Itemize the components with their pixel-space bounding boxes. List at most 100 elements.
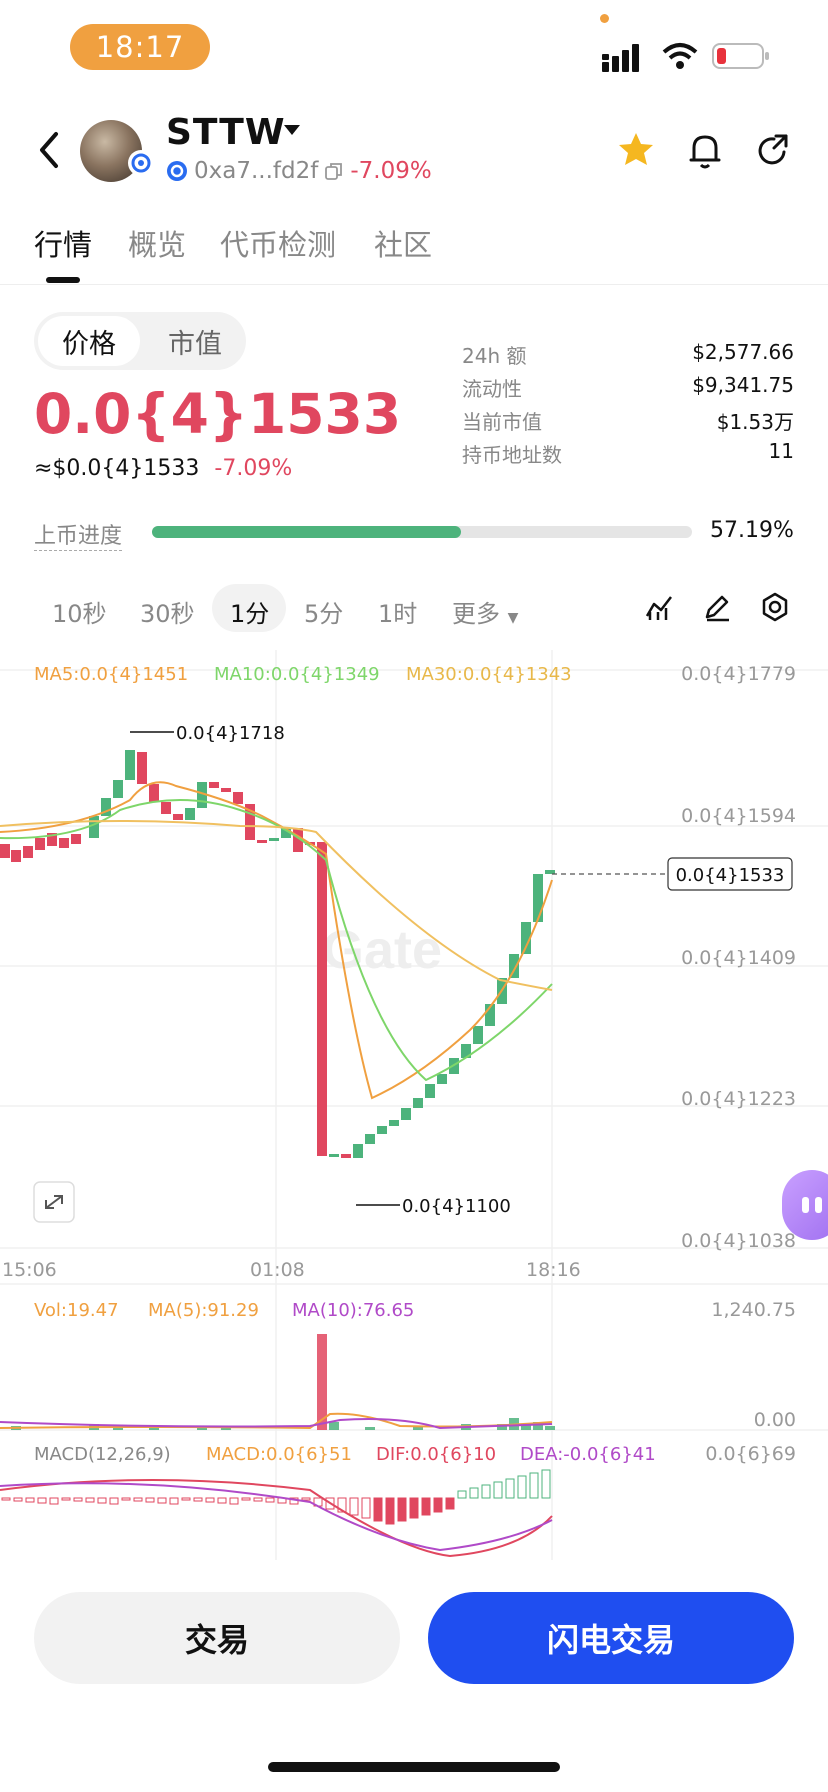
candle [437,1074,447,1084]
macd-dif: DIF:0.0{6}10 [376,1444,496,1465]
favorite-star-icon[interactable] [616,130,656,170]
candle [233,792,243,804]
price-change-percent: -7.09% [214,456,293,481]
candle [209,782,219,788]
macd-bar [517,1475,527,1499]
candle [173,814,183,820]
macd-bar [109,1497,119,1505]
macd-bar [493,1481,503,1499]
stats-panel: 24h 额 $2,577.66 流动性 $9,341.75 当前市值 $1.53万 持… [462,340,794,472]
volume-bars-group [0,1334,555,1430]
candle [473,1026,483,1044]
stat-value: $2,577.66 [692,340,794,364]
candle [185,808,195,820]
interval-5m[interactable]: 5分 [304,594,343,629]
volume-y-bottom: 0.00 [754,1409,796,1431]
token-dropdown-chevron-icon[interactable] [284,125,300,135]
macd-bar [145,1497,155,1503]
interval-1m[interactable]: 1分 [230,594,269,629]
stat-label: 当前市值 [462,410,542,434]
back-arrow-icon[interactable] [32,126,66,174]
battery-icon [712,43,769,69]
stat-row: 持币地址数 11 [462,439,794,472]
status-time: 18:17 [70,24,210,70]
share-icon[interactable] [754,132,792,170]
tab-community[interactable]: 社区 [374,222,432,264]
header-change-percent: -7.09% [350,158,432,184]
volume-legend: Vol:19.47 [34,1300,119,1321]
macd-bar [97,1497,107,1504]
volume-y-top: 1,240.75 [711,1299,796,1321]
macd-bar [541,1469,551,1499]
indicator-icon[interactable] [644,592,674,622]
stat-row: 流动性 $9,341.75 [462,373,794,406]
listing-progress-value: 57.19% [710,518,794,543]
macd-bar [157,1497,167,1504]
tab-token-check[interactable]: 代币检测 [220,222,336,264]
macd-bar [361,1497,371,1519]
high-price-label: 0.0{4}1718 [176,723,285,744]
y-tick: 0.0{4}1779 [681,663,796,685]
usd-price: ≈$0.0{4}1533 [34,456,200,481]
tab-market[interactable]: 行情 [34,222,92,264]
macd-bar [445,1497,455,1510]
privacy-indicator-dot [600,14,609,23]
last-price-label: 0.0{4}1533 [676,865,785,886]
interval-more[interactable]: 更多 ▼ [452,594,518,629]
candlestick-chart[interactable]: Gate MA5:0.0{4}1451 MA10:0.0{4}1349 MA30… [0,650,828,1560]
macd-bar [253,1497,263,1502]
interval-30s[interactable]: 30秒 [140,594,195,629]
macd-bar [385,1497,395,1525]
settings-gear-icon[interactable] [760,592,790,622]
macd-bar [433,1497,443,1513]
macd-bar [85,1497,95,1503]
candle [35,838,45,850]
volume-bar [329,1422,339,1430]
candles-group [0,750,555,1158]
candle [317,842,327,1156]
toggle-price[interactable]: 价格 [38,316,140,366]
macd-bar [25,1497,35,1503]
listing-progress-label[interactable]: 上币进度 [34,518,123,551]
toggle-market-cap[interactable]: 市值 [144,312,246,370]
macd-bar [265,1497,275,1503]
bell-icon[interactable] [688,132,722,170]
y-tick: 0.0{4}1223 [681,1088,796,1110]
tab-overview[interactable]: 概览 [128,222,186,264]
price-mcap-toggle: 价格 市值 [34,312,246,370]
interval-more-label: 更多 [452,600,500,628]
copy-icon[interactable] [324,161,344,181]
trade-button[interactable]: 交易 [34,1592,400,1684]
draw-pen-icon[interactable] [702,592,732,622]
assistant-chat-bubble[interactable] [782,1170,828,1240]
macd-bar [193,1497,203,1502]
flash-trade-button[interactable]: 闪电交易 [428,1592,794,1684]
volume-ma5-legend: MA(5):91.29 [148,1300,259,1321]
candle [365,1134,375,1144]
macd-bar [229,1497,239,1505]
macd-bar [409,1497,419,1519]
interval-10s[interactable]: 10秒 [52,594,107,629]
stat-value: $1.53万 [716,410,794,434]
macd-bar [73,1497,83,1502]
candle [401,1108,411,1120]
x-tick: 01:08 [250,1259,305,1281]
wifi-icon [662,43,698,69]
chevron-down-icon: ▼ [507,610,519,626]
divider [0,284,828,285]
cellular-signal-icon [602,44,639,72]
volume-ma10-legend: MA(10):76.65 [292,1300,414,1321]
macd-bar [205,1497,215,1503]
token-name[interactable]: STTW [166,112,286,153]
interval-1h[interactable]: 1时 [378,594,417,629]
stat-label: 持币地址数 [462,443,562,467]
macd-bar [481,1484,491,1499]
macd-bar [181,1497,191,1501]
volume-bar [545,1426,555,1430]
candle [11,850,21,862]
stat-row: 当前市值 $1.53万 [462,406,794,439]
candle [257,840,267,843]
stat-value: $9,341.75 [692,373,794,397]
macd-bar [49,1497,59,1505]
volume-bar [365,1427,375,1430]
